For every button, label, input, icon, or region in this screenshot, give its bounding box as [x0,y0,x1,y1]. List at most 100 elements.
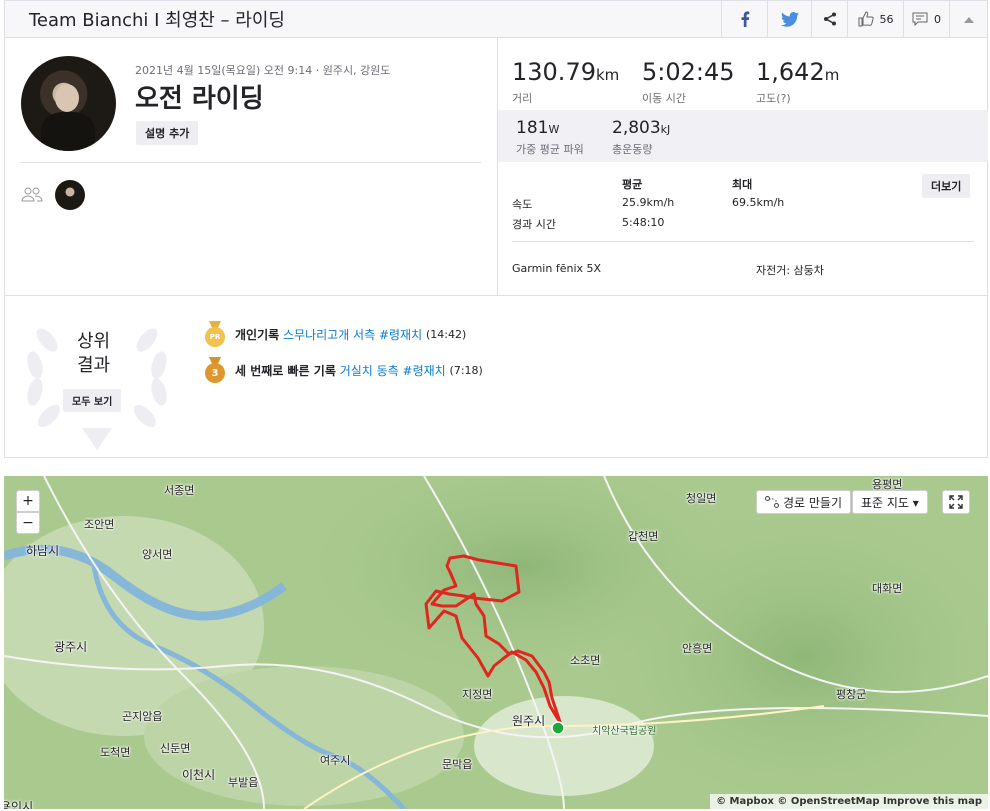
power-unit: W [548,123,560,136]
elevation-label-link[interactable]: 고도(?) [756,90,839,106]
col-avg-header: 평균 [622,178,643,191]
add-description-button[interactable]: 설명 추가 [136,121,199,145]
map-label: 부발읍 [228,776,259,789]
kudos-count: 56 [879,12,894,26]
activity-date: 2021년 4월 15일(목요일) 오전 9:14 · 원주시, 강원도 [135,64,391,77]
activity-title: 오전 라이딩 [135,84,264,114]
map-label: 하남시 [26,544,60,558]
achievement-prefix: 개인기록 [235,327,280,342]
secondary-stats: 181W 가중 평균 파워 2,803kJ 총운동량 [498,110,988,162]
power-label: 가중 평균 파워 [516,143,584,156]
elapsed-label: 경과 시간 [512,218,556,231]
achievement-row: 3 세 번째로 빠른 기록 거실치 동측 #령재치 (7:18) [205,357,483,383]
results-heading: 상위 결과 [77,330,110,378]
pr-medal-icon: PR [205,321,225,347]
segment-time: (14:42) [425,327,467,341]
twitter-icon [780,11,799,27]
achievement-row: PR 개인기록 스무나리고개 서측 #령재치 (14:42) [205,321,466,347]
map-label: 여주시 [320,754,351,767]
comment-button[interactable]: 0 [903,1,949,37]
collapse-button[interactable] [949,1,987,37]
divider [5,295,988,296]
speed-max: 69.5km/h [732,196,785,209]
map-label: 문막읍 [442,758,473,771]
divider [21,162,481,163]
thumbs-up-icon [858,11,874,27]
fullscreen-button[interactable] [942,490,970,514]
map-label: 곤지암읍 [122,710,163,723]
map-label: 이천시 [182,768,216,782]
map-label: 안흥면 [682,642,713,655]
results-heading-line2: 결과 [77,355,111,376]
expand-icon [949,495,963,509]
moving-time-value: 5:02:45 [642,58,735,86]
stat-energy: 2,803kJ 총운동량 [612,118,670,157]
stat-power: 181W 가중 평균 파워 [516,118,584,157]
activity-info: 2021년 4월 15일(목요일) 오전 9:14 · 원주시, 강원도 오전 … [5,38,497,296]
device-name: Garmin fēnix 5X [512,262,602,275]
route-builder-button[interactable]: 경로 만들기 [756,490,852,514]
speed-label: 속도 [512,198,533,211]
col-max-header: 최대 [732,178,753,191]
segment-time: (7:18) [449,363,483,377]
stat-moving-time: 5:02:45 이동 시간 [642,58,735,106]
bronze-medal-icon: 3 [205,357,225,383]
map-label: 광주시 [54,640,88,654]
map-label: 양서면 [142,548,173,561]
energy-label: 총운동량 [612,143,653,156]
activity-summary-card: 2021년 4월 15일(목요일) 오전 9:14 · 원주시, 강원도 오전 … [4,38,988,458]
activity-header-bar: Team Bianchi I 최영찬 – 라이딩 56 0 [4,0,988,38]
route-icon [765,496,779,508]
map-attribution[interactable]: © Mapbox © OpenStreetMap Improve this ma… [710,794,988,809]
map-label: 갑천면 [628,530,659,543]
share-button[interactable] [811,1,847,37]
stat-elevation: 1,642m 고도(?) [756,58,839,106]
facebook-share-button[interactable] [721,1,767,37]
map-label: 평창군 [836,688,867,701]
group-icon[interactable] [21,186,43,202]
comment-icon [912,12,928,26]
power-value: 181 [516,118,549,138]
elevation-value: 1,642 [756,58,825,86]
facebook-icon [741,11,749,27]
page-title: Team Bianchi I 최영찬 – 라이딩 [29,10,285,31]
map-label: 서종면 [164,484,195,497]
map-label: 조안면 [84,518,115,531]
comment-count: 0 [934,12,941,26]
bike-name: 자전거: 삼둥차 [756,264,824,277]
energy-value: 2,803 [612,118,661,138]
map-terrain [4,476,988,809]
map-label: 소초면 [570,654,601,667]
divider [512,241,974,242]
distance-value: 130.79 [512,58,596,86]
athlete-avatar[interactable] [21,56,116,151]
share-icon [823,12,836,26]
distance-label: 거리 [512,92,533,105]
map-label: 신둔면 [160,742,191,755]
map-label: 원주시 [512,714,546,728]
zoom-out-button[interactable]: − [16,512,40,534]
chevron-up-icon [963,16,974,23]
view-all-results-button[interactable]: 모두 보기 [63,389,122,412]
map-label: 용인시 [4,800,34,809]
stat-distance: 130.79km 거리 [512,58,619,106]
more-button[interactable]: 더보기 [922,174,971,198]
energy-unit: kJ [660,123,671,136]
map-label: 대화면 [872,582,903,595]
speed-avg: 25.9km/h [622,196,675,209]
group-member-avatar[interactable] [55,180,85,210]
map-label: 치악산국립공원 [592,726,657,737]
zoom-in-button[interactable]: + [16,490,40,512]
stats-panel: 130.79km 거리 5:02:45 이동 시간 1,642m 고도(?) 1… [497,38,988,296]
twitter-share-button[interactable] [767,1,811,37]
segment-link[interactable]: 스무나리고개 서측 #령재치 [283,326,422,343]
map-label: 지정면 [462,688,493,701]
segment-link[interactable]: 거실치 동측 #령재치 [340,362,446,379]
route-map[interactable]: 서종면 청일면 용평면 조안면 하남시 양서면 갑천면 대화면 광주시 소초면 … [4,476,988,809]
map-label: 청일면 [686,492,717,505]
map-type-dropdown[interactable]: 표준 지도 ▾ [852,490,928,514]
moving-time-label: 이동 시간 [642,92,686,105]
distance-unit: km [595,66,620,84]
results-heading-line1: 상위 [77,331,111,352]
kudos-button[interactable]: 56 [847,1,903,37]
